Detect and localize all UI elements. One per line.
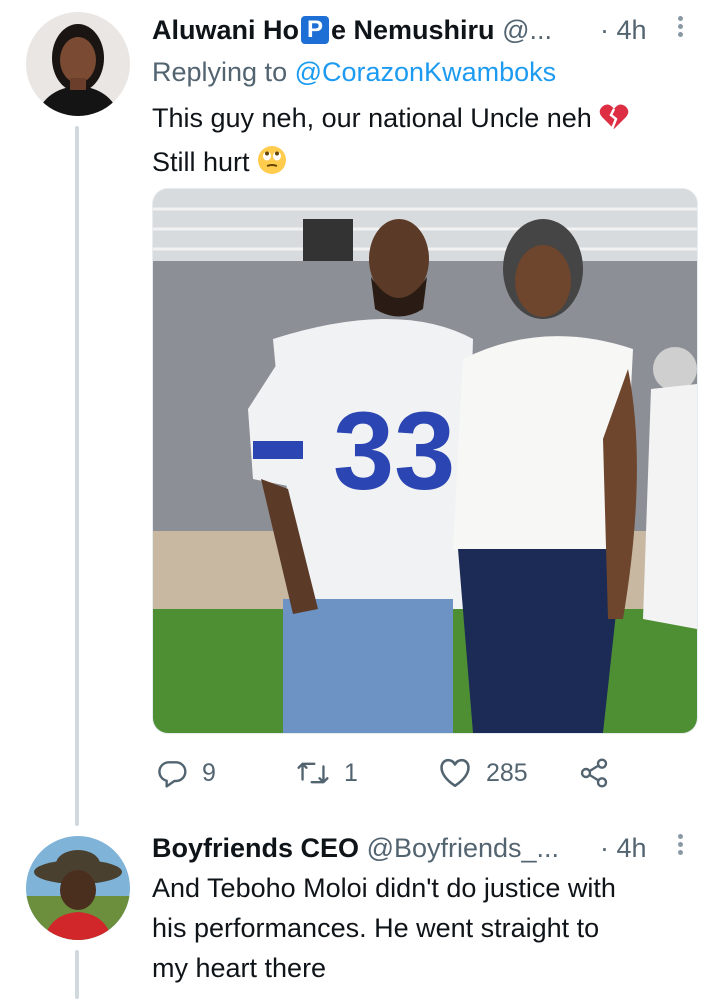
- avatar[interactable]: [26, 12, 130, 116]
- display-name-part-2: e Nemushiru: [331, 15, 495, 45]
- tweet-text-2: And Teboho Moloi didn't do justice with …: [152, 868, 616, 988]
- display-name-part-1: Aluwani Ho: [152, 15, 299, 45]
- user-handle-2[interactable]: @Boyfriends_...: [367, 833, 560, 863]
- more-options-icon-2[interactable]: [678, 834, 684, 858]
- share-icon: [580, 758, 608, 788]
- replying-to-line: Replying to @CorazonKwamboks: [152, 54, 556, 90]
- broken-heart-icon: [599, 102, 629, 142]
- tweet-text-line-2: Still hurt: [152, 147, 250, 177]
- timestamp[interactable]: 4h: [617, 15, 647, 45]
- face-with-rolling-eyes-icon: [257, 145, 287, 186]
- jersey-number: 33: [333, 390, 455, 513]
- separator-dot: ·: [600, 15, 609, 45]
- retweet-count: 1: [344, 758, 358, 787]
- display-name[interactable]: Aluwani Ho Pe Nemushiru: [152, 15, 495, 45]
- share-button[interactable]: [578, 755, 624, 791]
- tweet-text: This guy neh, our national Uncle neh Sti…: [152, 98, 629, 186]
- thread-connector-line-2: [75, 950, 79, 999]
- like-button[interactable]: 285: [438, 755, 528, 791]
- tweet-header-2: Boyfriends CEO @Boyfriends_...: [152, 830, 559, 866]
- name-badge: P: [301, 16, 329, 44]
- tweet-time-group: · 4h: [600, 12, 647, 48]
- replying-to-label: Replying to: [152, 57, 295, 87]
- display-name-2[interactable]: Boyfriends CEO: [152, 833, 359, 863]
- tweet-text-2-line-1: And Teboho Moloi didn't do justice with: [152, 873, 616, 903]
- reply-mention-link[interactable]: @CorazonKwamboks: [295, 57, 557, 87]
- more-options-icon[interactable]: [678, 16, 684, 40]
- tweet-time-group-2: · 4h: [600, 830, 647, 866]
- tweet-header: Aluwani Ho Pe Nemushiru @...: [152, 12, 552, 48]
- retweet-button[interactable]: 1: [296, 755, 358, 791]
- avatar-photo-woman: [26, 12, 130, 116]
- reply-count: 9: [202, 758, 216, 787]
- tweet-photo[interactable]: 33: [152, 188, 698, 734]
- avatar-photo-man-hat: [26, 836, 130, 940]
- photo-two-people: 33: [153, 189, 697, 733]
- thread-connector-line: [75, 126, 79, 826]
- tweet-text-line-1: This guy neh, our national Uncle neh: [152, 103, 592, 133]
- timestamp-2[interactable]: 4h: [617, 833, 647, 863]
- reply-button[interactable]: 9: [156, 755, 216, 791]
- user-handle[interactable]: @...: [502, 15, 552, 45]
- reply-bubble-icon: [158, 761, 187, 788]
- retweet-icon: [297, 762, 329, 784]
- heart-icon: [440, 758, 470, 788]
- like-count: 285: [486, 758, 528, 787]
- separator-dot-2: ·: [600, 833, 609, 863]
- avatar-2[interactable]: [26, 836, 130, 940]
- tweet-text-2-line-2: his performances. He went straight to: [152, 913, 600, 943]
- tweet-text-2-line-3: my heart there: [152, 953, 327, 983]
